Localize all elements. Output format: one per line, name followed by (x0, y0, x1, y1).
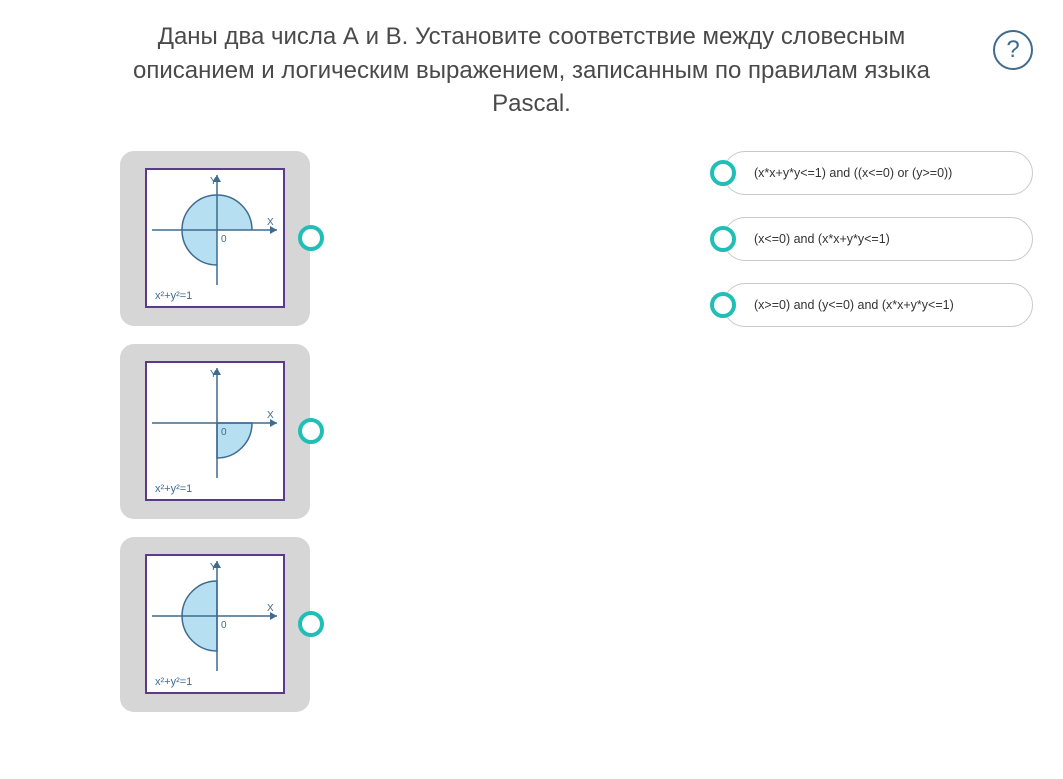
answer-text-1: (x*x+y*y<=1) and ((x<=0) or (y>=0)) (754, 166, 952, 180)
graph-svg-3: Y X 0 (147, 556, 287, 676)
y-axis-label: Y (210, 176, 217, 187)
graph-inner-1: Y X 0 x²+y²=1 (145, 168, 285, 308)
content-area: Y X 0 x²+y²=1 (0, 131, 1063, 732)
answer-item-1[interactable]: (x*x+y*y<=1) and ((x<=0) or (y>=0)) (723, 151, 1033, 195)
connector-source-1[interactable] (298, 225, 324, 251)
answers-column: (x*x+y*y<=1) and ((x<=0) or (y>=0)) (x<=… (723, 151, 1033, 712)
graph-svg-2: Y X 0 (147, 363, 287, 483)
y-axis-label: Y (210, 562, 217, 573)
question-text: Даны два числа А и В. Установите соответ… (0, 0, 1063, 131)
answer-text-3: (x>=0) and (y<=0) and (x*x+y*y<=1) (754, 298, 954, 312)
origin-label: 0 (221, 427, 227, 438)
origin-label: 0 (221, 620, 227, 631)
answer-item-3[interactable]: (x>=0) and (y<=0) and (x*x+y*y<=1) (723, 283, 1033, 327)
x-axis-label: X (267, 410, 274, 421)
connector-source-3[interactable] (298, 611, 324, 637)
help-button[interactable]: ? (993, 30, 1033, 70)
graph-card-2[interactable]: Y X 0 x²+y²=1 (120, 344, 310, 519)
graph-card-1[interactable]: Y X 0 x²+y²=1 (120, 151, 310, 326)
graphs-column: Y X 0 x²+y²=1 (120, 151, 310, 712)
x-axis-label: X (267, 217, 274, 228)
graph-inner-3: Y X 0 x²+y²=1 (145, 554, 285, 694)
graph-inner-2: Y X 0 x²+y²=1 (145, 361, 285, 501)
answer-item-2[interactable]: (x<=0) and (x*x+y*y<=1) (723, 217, 1033, 261)
connector-target-2[interactable] (710, 226, 736, 252)
equation-label-3: x²+y²=1 (151, 674, 196, 690)
y-axis-label: Y (210, 369, 217, 380)
answer-text-2: (x<=0) and (x*x+y*y<=1) (754, 232, 890, 246)
equation-label-1: x²+y²=1 (151, 288, 196, 304)
connector-target-1[interactable] (710, 160, 736, 186)
x-axis-label: X (267, 603, 274, 614)
equation-label-2: x²+y²=1 (151, 481, 196, 497)
connector-target-3[interactable] (710, 292, 736, 318)
origin-label: 0 (221, 234, 227, 245)
graph-svg-1: Y X 0 (147, 170, 287, 290)
connector-source-2[interactable] (298, 418, 324, 444)
graph-card-3[interactable]: Y X 0 x²+y²=1 (120, 537, 310, 712)
